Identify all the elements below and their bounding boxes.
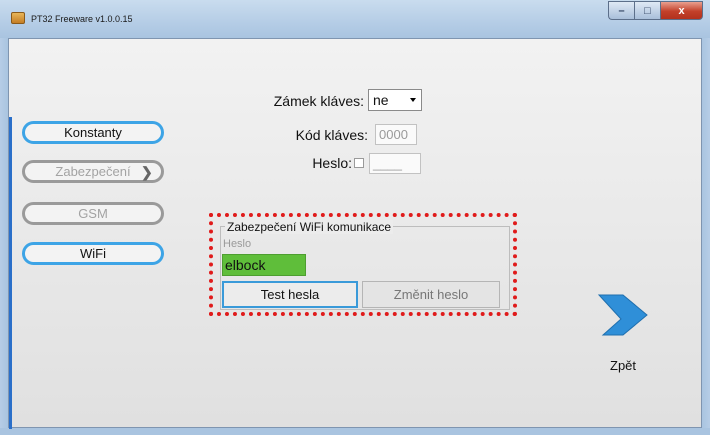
key-lock-label: Zámek kláves: bbox=[273, 93, 364, 109]
nav-zabezpeceni-button: Zabezpečení ❯ bbox=[22, 160, 164, 183]
maximize-button[interactable]: □ bbox=[634, 1, 660, 20]
nav-konstanty-label: Konstanty bbox=[64, 125, 122, 140]
nav-wifi-label: WiFi bbox=[80, 246, 106, 261]
window-controls: – □ x bbox=[608, 1, 703, 20]
password-checkbox[interactable] bbox=[354, 158, 364, 168]
left-accent-bar bbox=[9, 117, 12, 429]
window-frame-left bbox=[0, 38, 8, 428]
password-label: Heslo: bbox=[312, 155, 352, 171]
window-frame-bottom bbox=[0, 428, 710, 435]
app-icon bbox=[11, 12, 25, 24]
test-password-button[interactable]: Test hesla bbox=[222, 281, 358, 308]
wifi-password-label: Heslo bbox=[223, 238, 252, 250]
app-window: PT32 Freeware v1.0.0.15 – □ x Konstanty … bbox=[0, 0, 710, 435]
window-title: PT32 Freeware v1.0.0.15 bbox=[31, 14, 133, 24]
nav-konstanty-button[interactable]: Konstanty bbox=[22, 121, 164, 144]
back-arrow-icon[interactable] bbox=[597, 291, 649, 337]
nav-zabezpeceni-label: Zabezpečení bbox=[55, 164, 131, 179]
wifi-password-input[interactable]: elbock bbox=[222, 254, 306, 276]
chevron-right-icon: ❯ bbox=[141, 164, 153, 180]
back-label[interactable]: Zpět bbox=[610, 358, 636, 373]
key-code-label: Kód kláves: bbox=[295, 127, 368, 143]
password-input[interactable]: ____ bbox=[369, 153, 421, 174]
key-code-input[interactable]: 0000 bbox=[375, 124, 417, 145]
change-password-button: Změnit heslo bbox=[362, 281, 500, 308]
minimize-button[interactable]: – bbox=[608, 1, 634, 20]
key-lock-value: ne bbox=[373, 92, 389, 108]
window-frame-right bbox=[702, 38, 710, 428]
nav-gsm-button: GSM bbox=[22, 202, 164, 225]
key-lock-select[interactable]: ne bbox=[368, 89, 422, 111]
nav-wifi-button[interactable]: WiFi bbox=[22, 242, 164, 265]
nav-gsm-label: GSM bbox=[78, 206, 108, 221]
dropdown-arrow-icon bbox=[410, 98, 416, 102]
wifi-group-title: Zabezpečení WiFi komunikace bbox=[225, 220, 394, 234]
close-button[interactable]: x bbox=[660, 1, 703, 20]
title-bar[interactable]: PT32 Freeware v1.0.0.15 – □ x bbox=[0, 0, 710, 38]
